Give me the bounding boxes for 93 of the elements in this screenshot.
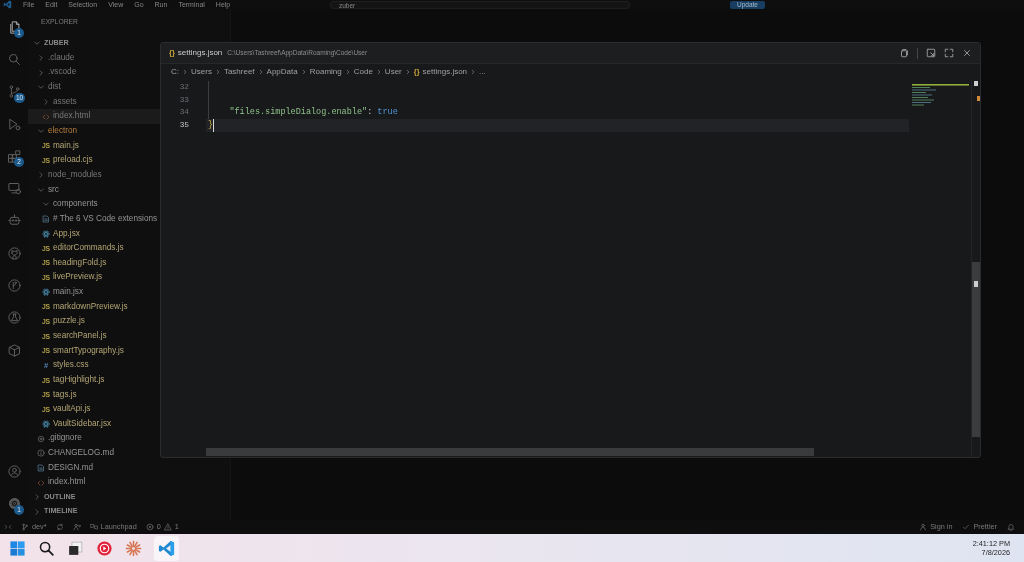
scrollbar-thumb[interactable] <box>972 262 980 437</box>
tree-item[interactable]: headingFold.js <box>53 255 160 271</box>
tree-item[interactable]: index.html <box>28 109 160 124</box>
account-icon <box>919 523 928 531</box>
ruler-marker-icon <box>977 96 980 101</box>
chevron-icon <box>182 69 188 75</box>
tree-item[interactable]: assets <box>28 94 160 110</box>
info-icon <box>37 449 45 458</box>
copy-icon[interactable] <box>899 48 909 58</box>
tree-item[interactable]: main.js <box>53 138 160 154</box>
branch-icon <box>21 523 29 531</box>
tree-item[interactable]: node_modules <box>28 167 160 183</box>
chat-bubbles-icon <box>89 523 98 531</box>
remote-icon[interactable] <box>4 523 12 531</box>
breadcrumb-item[interactable]: settings.json <box>422 66 468 78</box>
ruler-marker-icon <box>974 81 978 86</box>
tree-item[interactable]: tags.js <box>53 387 160 402</box>
search-icon[interactable] <box>38 539 55 557</box>
code-brackets-icon <box>42 112 50 121</box>
chevron-icon <box>404 69 411 75</box>
close-icon[interactable] <box>962 48 972 58</box>
breadcrumb-item[interactable]: Roaming <box>309 66 342 78</box>
tree-item[interactable]: vaultApi.js <box>53 402 160 417</box>
fullscreen-icon[interactable] <box>944 48 954 58</box>
atom-icon <box>42 419 50 428</box>
code-line: } <box>208 119 215 132</box>
code-line: "files.simpleDialog.enable": true <box>228 106 398 120</box>
flask-icon[interactable] <box>6 310 22 326</box>
tree-item[interactable]: VaultSidebar.jsx <box>28 416 160 432</box>
ribbon-logo-icon[interactable] <box>3 0 12 9</box>
tree-item[interactable]: DESIGN.md <box>28 460 160 476</box>
ribbon-logo-icon[interactable] <box>154 535 179 561</box>
chevron-icon <box>375 69 382 75</box>
code-brackets-icon <box>37 478 45 487</box>
tree-item[interactable]: searchPanel.js <box>53 328 160 344</box>
settings-icon[interactable] <box>6 496 22 512</box>
tree-item[interactable]: components <box>28 197 160 212</box>
error-icon[interactable] <box>145 523 154 531</box>
tree-item[interactable]: CHANGELOG.md <box>28 445 160 461</box>
tree-item[interactable]: .gitignore <box>28 431 160 446</box>
play-circle-icon[interactable] <box>96 539 113 557</box>
tree-item[interactable]: smartTypography.js <box>53 343 160 359</box>
chevron-icon <box>214 69 221 75</box>
starburst-icon[interactable] <box>125 539 142 557</box>
tree-item[interactable]: index.html <box>28 475 160 490</box>
cube-icon[interactable] <box>6 342 22 358</box>
chevron-icon <box>257 69 264 75</box>
tree-item[interactable]: preload.cjs <box>53 153 160 168</box>
tree-item[interactable]: puzzle.js <box>53 314 160 329</box>
document-icon <box>37 463 45 472</box>
chevron-icon <box>470 69 477 75</box>
scrollbar-thumb[interactable] <box>206 448 814 456</box>
breadcrumb-item[interactable]: Users <box>191 66 212 78</box>
cat-icon[interactable] <box>6 245 22 261</box>
start-icon[interactable] <box>9 539 26 557</box>
ruler-marker-icon <box>974 281 978 287</box>
dialog-title: settings.json <box>177 47 223 59</box>
tree-item[interactable]: src <box>28 182 160 198</box>
atom-icon <box>42 229 50 238</box>
tree-item[interactable]: dist <box>28 79 160 95</box>
chevron-icon <box>344 69 351 75</box>
tree-item[interactable]: App.jsx <box>28 226 160 241</box>
tree-item[interactable]: main.jsx <box>28 284 160 300</box>
check-icon <box>962 523 971 531</box>
document-icon <box>42 215 50 223</box>
bell-icon[interactable] <box>1007 523 1015 531</box>
breadcrumb-item[interactable]: User <box>384 66 402 78</box>
tree-item[interactable]: editorCommands.js <box>53 240 160 256</box>
tree-item[interactable]: .claude <box>28 50 160 66</box>
breadcrumb-item[interactable]: ... <box>479 66 486 78</box>
breadcrumb-item[interactable]: Tashreef <box>223 66 255 78</box>
ring-icon <box>37 434 45 443</box>
tree-item[interactable]: livePreview.js <box>53 270 160 285</box>
chevron-icon <box>300 69 307 75</box>
tree-item[interactable]: .vscode <box>28 65 160 80</box>
branch-icon[interactable] <box>6 278 22 293</box>
play-bug-icon[interactable] <box>6 116 22 132</box>
squares-icon[interactable] <box>67 539 84 557</box>
account-icon[interactable] <box>6 464 22 480</box>
breadcrumb-item[interactable]: C: <box>171 66 179 78</box>
atom-icon <box>42 288 50 297</box>
tree-item[interactable]: tagHighlight.js <box>53 372 160 388</box>
sync-icon[interactable] <box>55 523 64 531</box>
tree-item[interactable]: styles.css <box>53 358 160 373</box>
warning-icon[interactable] <box>163 523 172 531</box>
person-arrow-icon[interactable] <box>72 523 81 531</box>
breadcrumb-item[interactable]: Code <box>353 66 373 78</box>
minimap-drawing <box>912 83 969 107</box>
tree-item[interactable]: markdownPreview.js <box>53 299 160 315</box>
breadcrumb-item[interactable]: AppData <box>266 66 298 78</box>
tree-item[interactable]: # The 6 VS Code extensions <box>28 211 160 227</box>
monitor-icon[interactable] <box>6 181 22 197</box>
tree-item[interactable]: electron <box>28 123 160 139</box>
